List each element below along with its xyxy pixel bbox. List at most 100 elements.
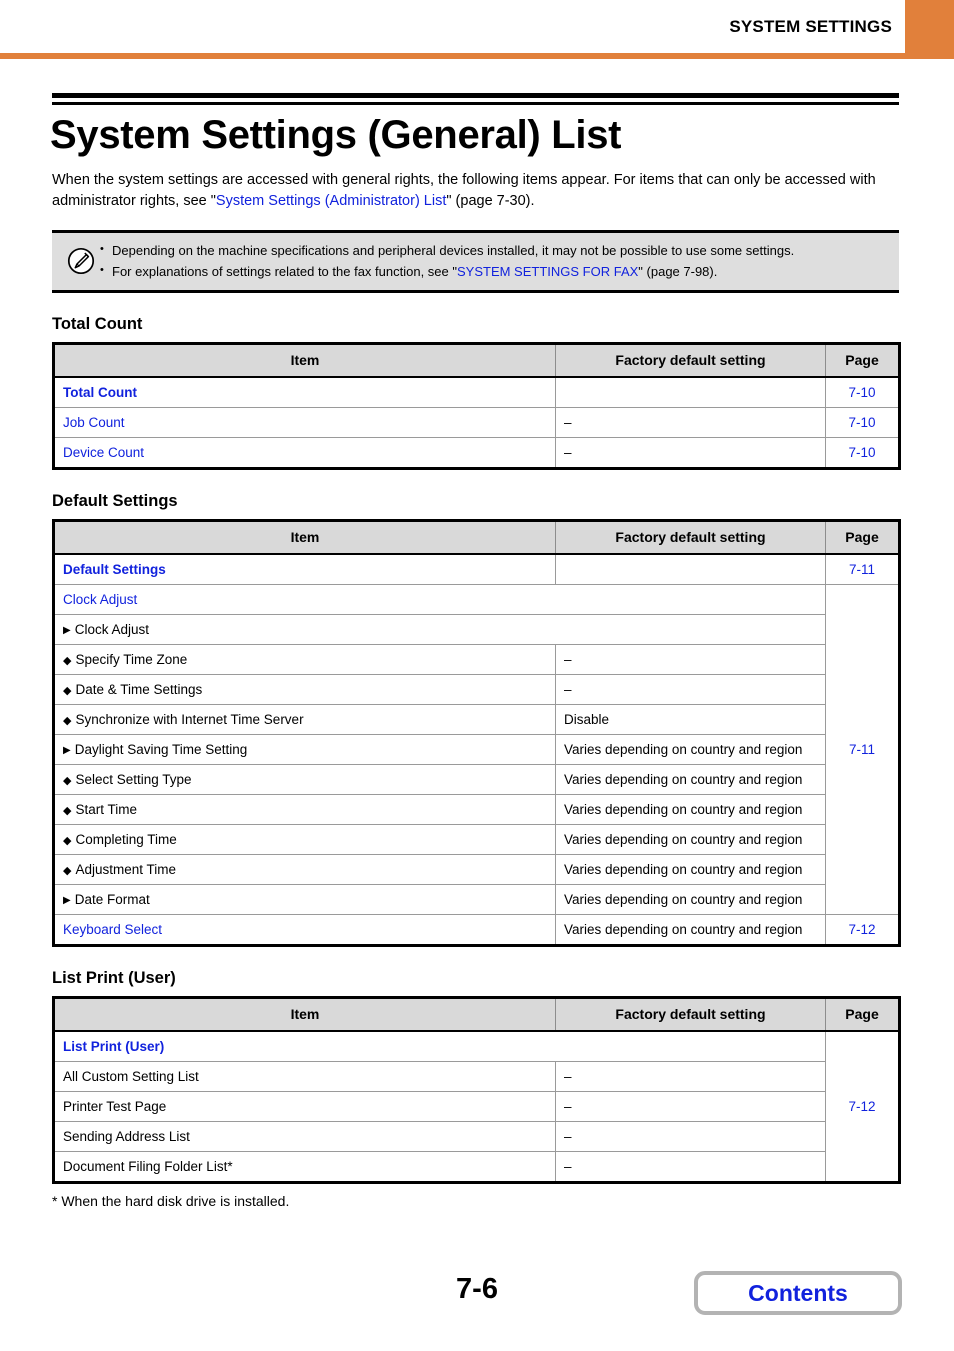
row-item-label: Printer Test Page (53, 1091, 556, 1122)
table-row: ◆ Adjustment Time Varies depending on cou… (53, 854, 900, 885)
table-row: Keyboard Select Varies depending on coun… (53, 914, 900, 946)
section-heading-total-count: Total Count (52, 314, 143, 333)
table-row: All Custom Setting List – (53, 1061, 900, 1092)
row-item-label[interactable]: Default Settings (53, 553, 556, 585)
column-header-page: Page (825, 997, 900, 1032)
note-line-2: • For explanations of settings related t… (100, 261, 893, 282)
note-line-2-part2: " (page 7-98). (638, 263, 718, 279)
row-item-label[interactable]: Clock Adjust (53, 584, 826, 615)
intro-paragraph: When the system settings are accessed wi… (52, 170, 880, 213)
table-row: Printer Test Page – (53, 1091, 900, 1122)
row-page-link[interactable]: 7-10 (825, 407, 900, 438)
column-header-default: Factory default setting (555, 343, 826, 378)
row-page-link[interactable]: 7-10 (826, 437, 900, 468)
row-item-label: Document Filing Folder List* (53, 1151, 556, 1183)
pencil-note-icon (62, 247, 100, 275)
row-default-value: – (555, 674, 826, 705)
orange-tab-marker (905, 0, 954, 53)
row-item-label: All Custom Setting List (53, 1061, 556, 1092)
row-default-value (555, 553, 826, 585)
diamond-icon: ◆ (63, 654, 72, 667)
row-item-label: ▶ Clock Adjust (53, 614, 826, 645)
row-item-text: Synchronize with Internet Time Server (75, 711, 304, 727)
row-default-value: – (555, 407, 826, 438)
row-default-value: Varies depending on country and region (555, 884, 826, 915)
diamond-icon: ◆ (63, 804, 72, 817)
column-header-item: Item (53, 997, 556, 1032)
column-header-default: Factory default setting (555, 997, 826, 1032)
row-item-text: Select Setting Type (75, 771, 192, 787)
table-row: ◆ Select Setting Type Varies depending on… (53, 764, 900, 795)
row-default-value: Varies depending on country and region (555, 824, 826, 855)
row-item-text: Daylight Saving Time Setting (74, 741, 248, 757)
link-system-settings-for-fax[interactable]: SYSTEM SETTINGS FOR FAX (457, 264, 638, 279)
table-row: Sending Address List – (53, 1121, 900, 1152)
table-list-print-user: Item Factory default setting Page List P… (52, 995, 901, 1184)
row-item-label: ▶ Daylight Saving Time Setting (53, 734, 556, 765)
note-list: • Depending on the machine specification… (100, 240, 893, 282)
note-line-1-text: Depending on the machine specifications … (112, 242, 795, 258)
page-body: System Settings (General) List When the … (0, 93, 954, 1209)
link-system-settings-administrator-list[interactable]: System Settings (Administrator) List (216, 193, 446, 209)
title-rule-group (52, 93, 899, 105)
row-item-text: Start Time (75, 801, 137, 817)
intro-text-part2: " (page 7-30). (446, 193, 535, 210)
row-item-label: ◆ Specify Time Zone (53, 644, 556, 675)
section-heading-default-settings: Default Settings (52, 491, 178, 510)
table-row: List Print (User) 7-12 (53, 1030, 900, 1183)
row-default-value: Varies depending on country and region (555, 734, 826, 765)
row-page-link[interactable]: 7-10 (825, 376, 900, 408)
table-header-row: Item Factory default setting Page (53, 343, 900, 378)
section-heading-list-print-user: List Print (User) (52, 968, 176, 987)
row-item-label[interactable]: List Print (User) (53, 1030, 826, 1062)
table-row: Clock Adjust 7-11 (53, 584, 900, 915)
page-title: System Settings (General) List (50, 113, 622, 157)
row-item-text: Date Format (74, 891, 150, 907)
row-default-value (555, 376, 826, 408)
row-default-value: Varies depending on country and region (555, 854, 826, 885)
row-default-value: – (555, 437, 826, 469)
table-row: ▶ Clock Adjust (53, 614, 900, 645)
row-default-value: Varies depending on country and region (555, 914, 826, 946)
note-line-2-text: For explanations of settings related to … (112, 261, 717, 282)
table-default-settings: Item Factory default setting Page Defaul… (52, 518, 901, 947)
table-header-row: Item Factory default setting Page (53, 520, 900, 555)
contents-button[interactable]: Contents (694, 1271, 902, 1315)
diamond-icon: ◆ (63, 684, 72, 697)
row-item-label: ◆ Synchronize with Internet Time Server (53, 704, 556, 735)
triangle-right-icon: ▶ (63, 894, 71, 906)
table-row: ▶ Daylight Saving Time Setting Varies dep… (53, 734, 900, 765)
row-item-text: Completing Time (75, 831, 177, 847)
row-item-label: ◆ Completing Time (53, 824, 556, 855)
diamond-icon: ◆ (63, 714, 72, 727)
row-default-value: – (555, 1091, 826, 1122)
running-title: SYSTEM SETTINGS (729, 17, 892, 36)
triangle-right-icon: ▶ (63, 624, 71, 636)
row-item-label[interactable]: Job Count (53, 407, 556, 438)
row-page-link[interactable]: 7-11 (825, 553, 900, 585)
diamond-icon: ◆ (63, 774, 72, 787)
row-item-text: Adjustment Time (75, 861, 177, 877)
row-item-label[interactable]: Total Count (53, 376, 556, 408)
table-row: ◆ Specify Time Zone – (53, 644, 900, 675)
note-line-2-part1: For explanations of settings related to … (112, 263, 457, 279)
row-item-label: ▶ Date Format (53, 884, 556, 915)
row-item-text: Specify Time Zone (75, 651, 188, 667)
column-header-item: Item (53, 343, 556, 378)
row-item-label[interactable]: Device Count (53, 437, 556, 469)
row-item-label: ◆ Select Setting Type (53, 764, 556, 795)
row-page-link[interactable]: 7-12 (825, 1030, 900, 1183)
row-item-text: Clock Adjust (74, 621, 149, 637)
page-footer: 7-6 Contents (0, 1267, 954, 1327)
row-page-link[interactable]: 7-11 (825, 584, 900, 915)
row-item-label: ◆ Date & Time Settings (53, 674, 556, 705)
table-row: Default Settings 7-11 (53, 553, 900, 585)
row-item-label[interactable]: Keyboard Select (53, 914, 556, 946)
row-item-label: ◆ Start Time (53, 794, 556, 825)
row-page-link[interactable]: 7-12 (826, 914, 900, 945)
table-row: ◆ Start Time Varies depending on country … (53, 794, 900, 825)
table-row: Document Filing Folder List* – (53, 1151, 900, 1183)
page-header: SYSTEM SETTINGS (0, 0, 954, 59)
orange-header-rule (0, 53, 954, 59)
title-rule-thin (52, 102, 899, 105)
